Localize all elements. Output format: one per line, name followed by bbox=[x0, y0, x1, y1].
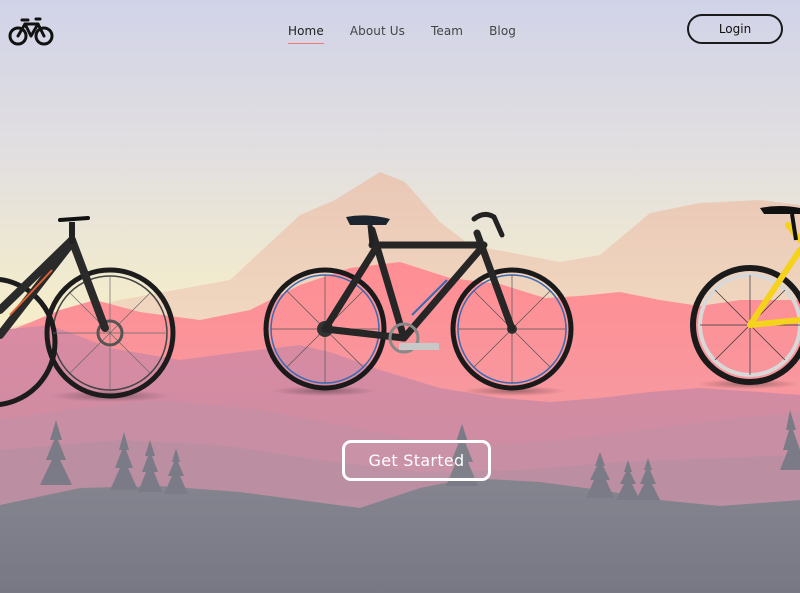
nav-link-home[interactable]: Home bbox=[287, 24, 324, 44]
city-bike-image bbox=[263, 211, 574, 396]
login-button[interactable]: Login bbox=[687, 14, 783, 44]
hero-section: Home About Us Team Blog Login Get Starte… bbox=[0, 0, 800, 593]
nav-link-about-us[interactable]: About Us bbox=[350, 24, 405, 44]
mountain-bike-image bbox=[0, 216, 176, 407]
bicycle-icon bbox=[8, 17, 54, 46]
get-started-button[interactable]: Get Started bbox=[342, 440, 491, 481]
bicycle-logo-link[interactable] bbox=[8, 16, 54, 48]
nav-link-team[interactable]: Team bbox=[431, 24, 463, 44]
nav-link-blog[interactable]: Blog bbox=[489, 24, 516, 44]
yellow-road-bike-image bbox=[690, 206, 800, 389]
